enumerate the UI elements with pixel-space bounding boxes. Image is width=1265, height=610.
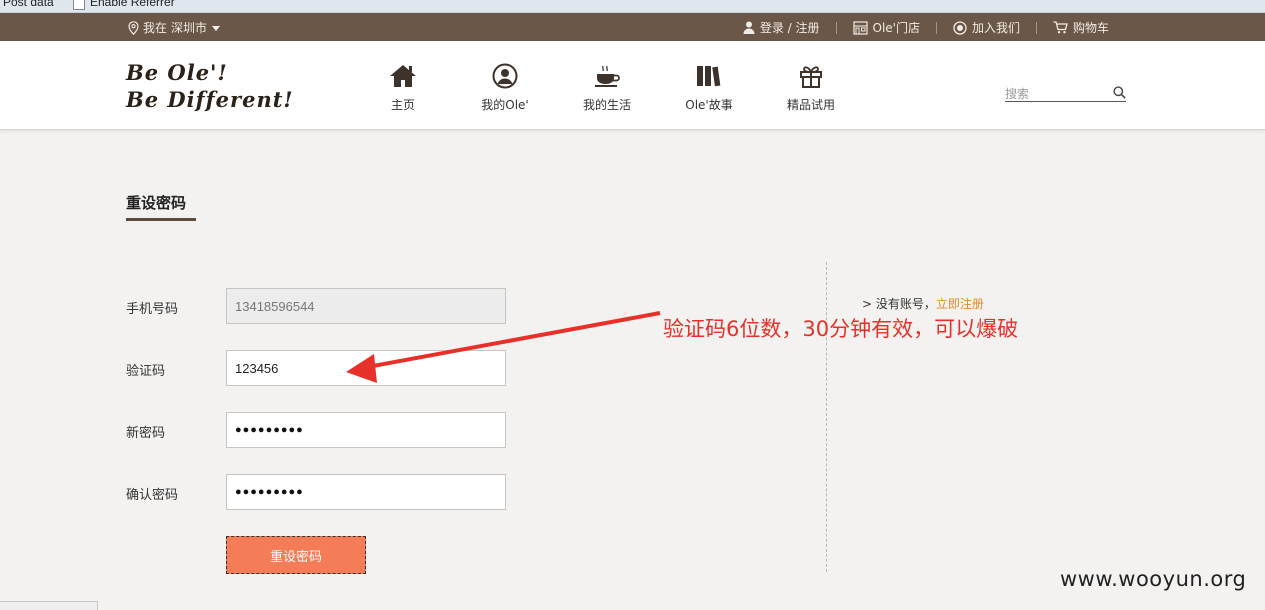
- annotation-text: 验证码6位数，30分钟有效，可以爆破: [663, 317, 1019, 341]
- annotation-arrow: [346, 311, 661, 383]
- watermark: www.wooyun.org: [1060, 567, 1247, 591]
